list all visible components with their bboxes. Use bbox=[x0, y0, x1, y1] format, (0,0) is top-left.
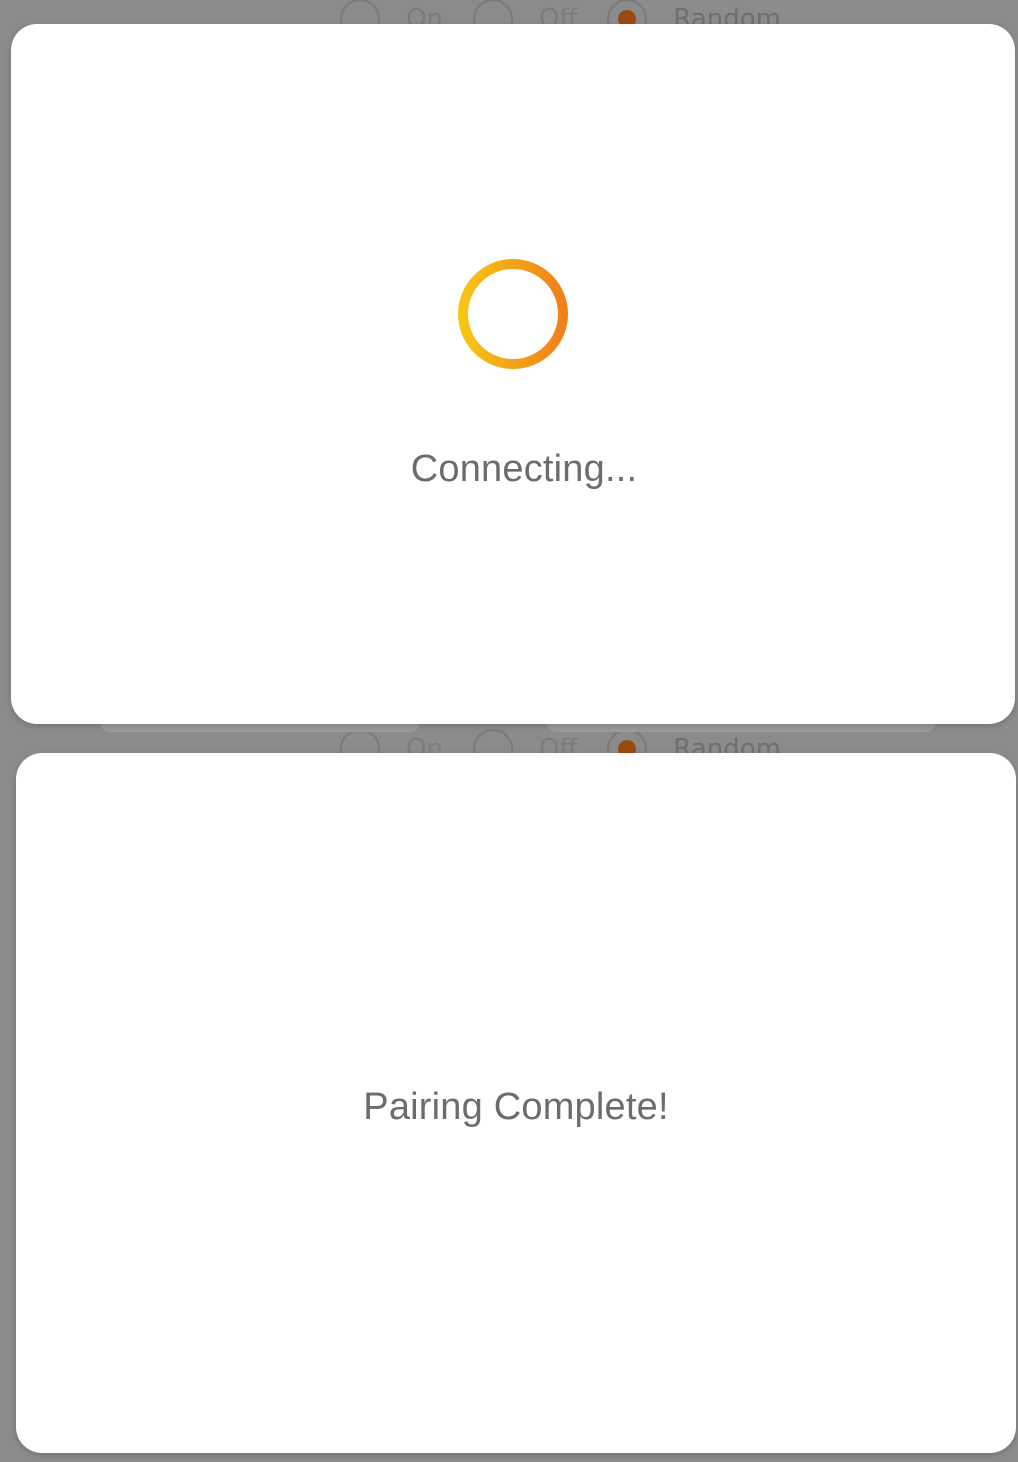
loading-spinner-icon bbox=[458, 259, 568, 369]
pairing-complete-dialog: Pairing Complete! bbox=[16, 753, 1016, 1453]
pairing-complete-message: Pairing Complete! bbox=[363, 1086, 669, 1128]
app-screen: On Off Random On Off Random Connecting..… bbox=[0, 0, 1018, 1462]
connecting-message: Connecting... bbox=[410, 448, 638, 490]
connecting-dialog: Connecting... bbox=[11, 24, 1015, 724]
